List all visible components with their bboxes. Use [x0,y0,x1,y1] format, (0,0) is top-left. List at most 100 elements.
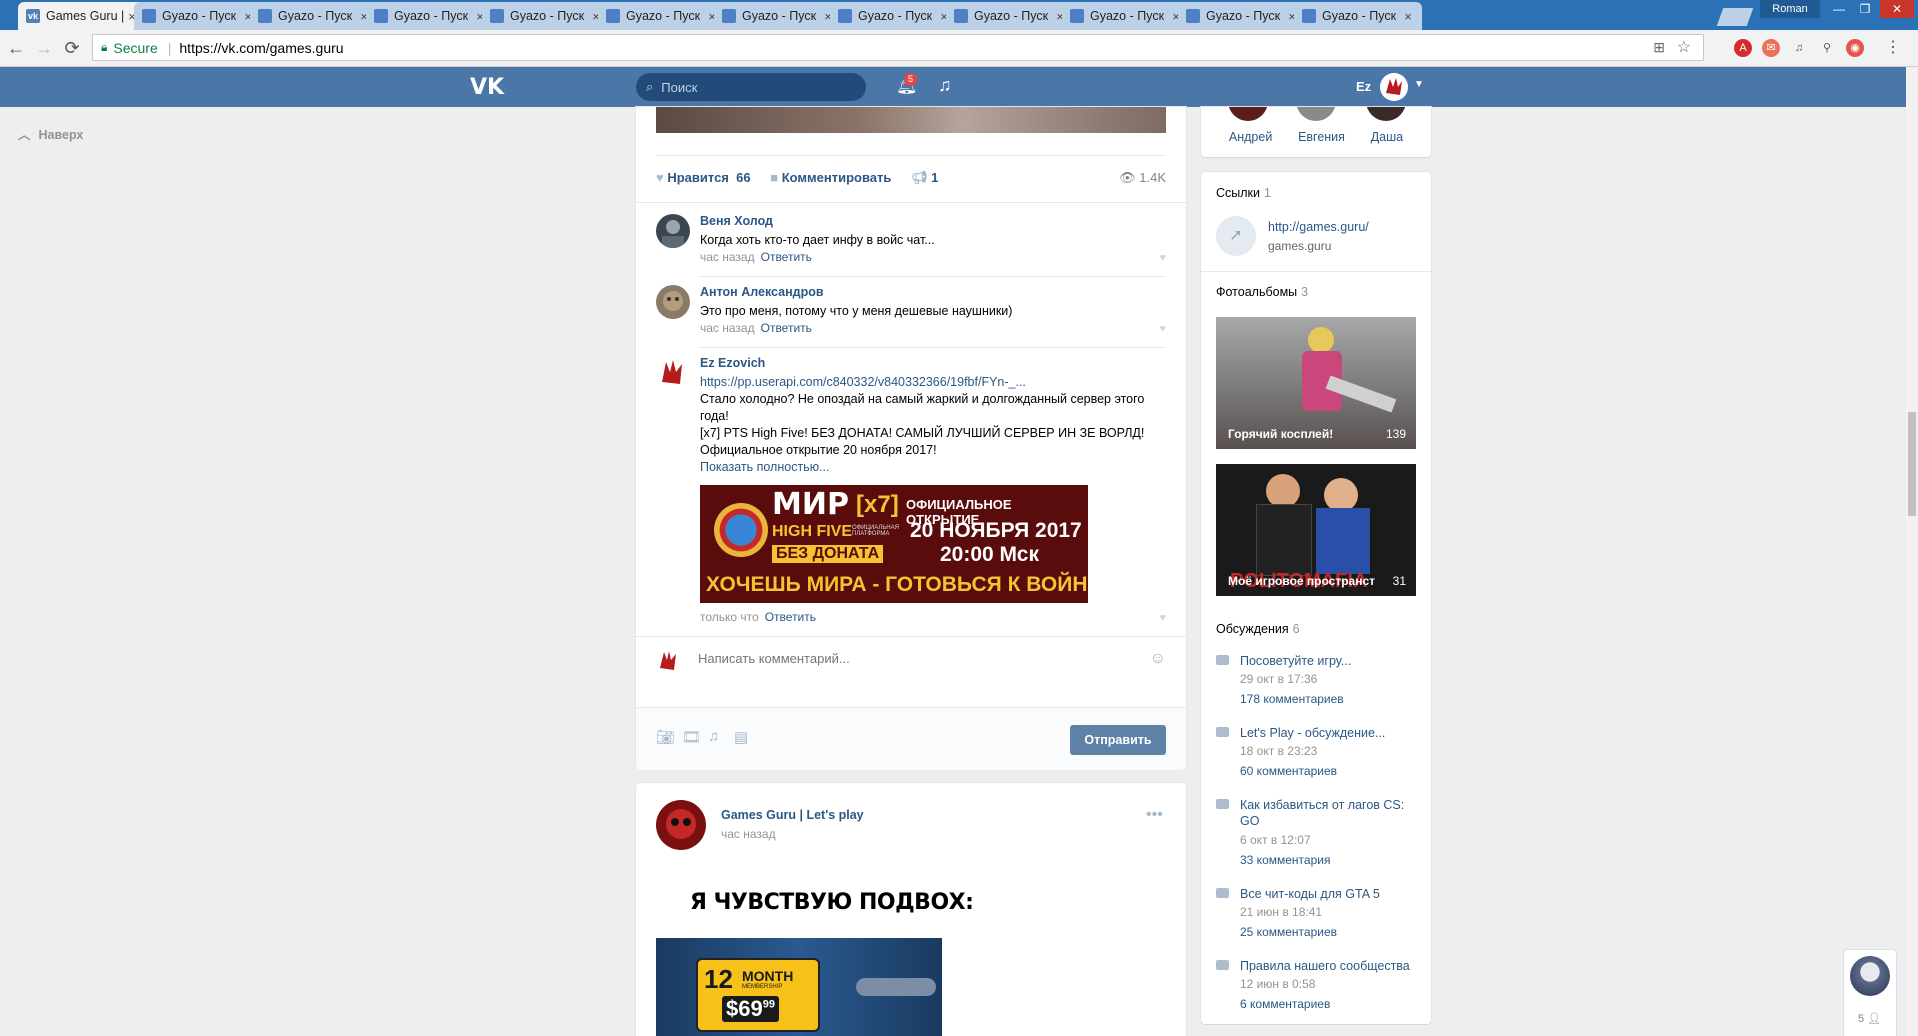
tab[interactable]: Gyazo - Пуск × [134,2,262,30]
group-avatar[interactable] [656,800,706,850]
back-icon[interactable]: ← [4,36,28,60]
comment-input[interactable] [696,650,1120,667]
post-time[interactable]: час назад [721,827,776,841]
tab[interactable]: Gyazo - Пуск × [1294,2,1422,30]
album-thumbnail[interactable]: Горячий косплей! 139 [1216,317,1416,449]
friend-name[interactable]: Даша [1371,130,1403,144]
video-icon[interactable]: 🎞︎ [682,728,701,746]
chat-widget[interactable]: 5 👤︎ [1844,950,1896,1036]
discussion-item[interactable]: Посоветуйте игру... 29 окт в 17:36 178 к… [1216,653,1422,713]
like-heart-icon[interactable]: ♥ [1159,612,1166,624]
reload-icon[interactable]: ⟳ [60,36,84,60]
discussion-title[interactable]: Все чит-коды для GTA 5 [1240,886,1420,902]
discussion-comments[interactable]: 25 комментариев [1240,925,1337,939]
search-box[interactable]: ⌕ [636,73,866,101]
discussions-title[interactable]: Обсуждения 6 [1216,622,1300,636]
user-icon: 👤︎ [1867,1013,1882,1025]
like-heart-icon[interactable]: ♥ [1159,323,1166,335]
send-button[interactable]: Отправить [1070,725,1166,755]
reply-link[interactable]: Ответить [761,321,812,335]
back-to-top-link[interactable]: ︿ Наверх [18,124,83,143]
audio-icon[interactable]: ♫ [708,728,719,745]
close-tab-icon[interactable]: × [1402,9,1414,24]
tab[interactable]: Gyazo - Пуск × [482,2,610,30]
tab[interactable]: Gyazo - Пуск × [1178,2,1306,30]
comment-author[interactable]: Антон Александров [700,285,824,299]
tab-title: Gyazo - Пуск [1090,9,1165,23]
like-button[interactable]: ♥ Нравится 66 [656,170,751,185]
search-input[interactable] [659,78,854,96]
show-more-link[interactable]: Показать полностью... [700,459,1160,476]
chat-avatar[interactable] [1850,956,1890,996]
comment-attached-image[interactable]: МИР [x7] ОФИЦИАЛЬНОЕ ОТКРЫТИЕ HIGH FIVE … [700,485,1088,603]
post-image[interactable]: 12 MONTH MEMBERSHIP $6999 [656,938,942,1036]
post-author[interactable]: Games Guru | Let's play [721,808,864,822]
music-extension-icon[interactable]: ♫ [1790,39,1808,57]
forward-icon[interactable]: → [32,36,56,60]
avatar[interactable] [656,285,690,319]
minimize-icon[interactable]: — [1826,0,1852,18]
close-window-icon[interactable]: ✕ [1880,0,1914,18]
tab[interactable]: Gyazo - Пуск × [714,2,842,30]
scrollbar-thumb[interactable] [1908,412,1916,516]
tab-active[interactable]: vk Games Guru | L × [18,2,146,30]
tab[interactable]: Gyazo - Пуск × [1062,2,1190,30]
user-avatar[interactable] [1380,73,1408,101]
chevron-down-icon[interactable]: ▼ [1414,79,1424,90]
pin-extension-icon[interactable]: ⚲ [1818,39,1836,57]
views-counter: 👁︎ 1.4K [1119,170,1166,185]
discussion-comments[interactable]: 33 комментария [1240,853,1330,867]
discussion-item[interactable]: Как избавиться от лагов CS: GO 6 окт в 1… [1216,797,1422,873]
emoji-icon[interactable]: ☺ [1150,650,1166,668]
document-icon[interactable]: ▤ [734,728,748,746]
camera-icon[interactable]: 📷︎ [656,728,675,746]
albums-title[interactable]: Фотоальбомы 3 [1216,285,1308,299]
user-name[interactable]: Ez [1356,79,1371,94]
tab[interactable]: Gyazo - Пуск × [830,2,958,30]
comment-button[interactable]: ■ Комментировать [770,170,891,185]
tab[interactable]: Gyazo - Пуск × [250,2,378,30]
comment-link[interactable]: https://pp.userapi.com/c840332/v84033236… [700,374,1160,391]
discussion-title[interactable]: Правила нашего сообщества [1240,958,1420,974]
post-image[interactable] [656,107,1166,133]
album-thumbnail[interactable]: POLITOMAFIA Моё игровое пространст 31 [1216,464,1416,596]
translate-icon[interactable]: ⊞ [1653,39,1665,56]
friend-name[interactable]: Андрей [1229,130,1272,144]
restore-icon[interactable]: ❐ [1852,0,1878,18]
profile-button[interactable]: Roman [1760,0,1820,18]
reply-link[interactable]: Ответить [765,610,816,624]
tab[interactable]: Gyazo - Пуск × [366,2,494,30]
address-bar[interactable]: 🔒︎ Secure | https://vk.com/games.guru ⊞ … [92,34,1704,61]
avatar[interactable] [656,356,690,390]
adblock-extension-icon[interactable]: A [1734,39,1752,57]
extension-icon[interactable]: ✉ [1762,39,1780,57]
comment-text: [x7] PTS High Five! БЕЗ ДОНАТА! САМЫЙ ЛУ… [700,426,1145,440]
discussion-item[interactable]: Правила нашего сообщества 12 июн в 0:58 … [1216,958,1422,1018]
music-icon[interactable]: ♫ [938,75,952,96]
links-title[interactable]: Ссылки 1 [1216,186,1271,200]
colorpicker-extension-icon[interactable]: ◉ [1846,39,1864,57]
comment-author[interactable]: Ez Ezovich [700,356,765,370]
discussion-comments[interactable]: 6 комментариев [1240,997,1330,1011]
discussion-title[interactable]: Let's Play - обсуждение... [1240,725,1420,741]
discussion-item[interactable]: Let's Play - обсуждение... 18 окт в 23:2… [1216,725,1422,785]
comment-author[interactable]: Веня Холод [700,214,773,228]
menu-icon[interactable]: ⋮ [1884,39,1902,57]
star-icon[interactable]: ☆ [1677,37,1691,57]
discussion-title[interactable]: Как избавиться от лагов CS: GO [1240,797,1420,829]
share-button[interactable]: 📢︎ 1 [911,170,938,185]
reply-link[interactable]: Ответить [761,250,812,264]
vk-logo[interactable]: VK [470,75,504,100]
discussion-comments[interactable]: 60 комментариев [1240,764,1337,778]
discussion-title[interactable]: Посоветуйте игру... [1240,653,1420,669]
avatar[interactable] [656,214,690,248]
more-options-icon[interactable]: ••• [1146,806,1163,824]
like-heart-icon[interactable]: ♥ [1159,252,1166,264]
tab[interactable]: Gyazo - Пуск × [598,2,726,30]
link-url[interactable]: http://games.guru/ [1268,220,1369,234]
discussion-comments[interactable]: 178 комментариев [1240,692,1344,706]
discussion-item[interactable]: Все чит-коды для GTA 5 21 июн в 18:41 25… [1216,886,1422,946]
scrollbar-track[interactable] [1906,67,1918,1036]
friend-name[interactable]: Евгения [1298,130,1345,144]
tab[interactable]: Gyazo - Пуск × [946,2,1074,30]
